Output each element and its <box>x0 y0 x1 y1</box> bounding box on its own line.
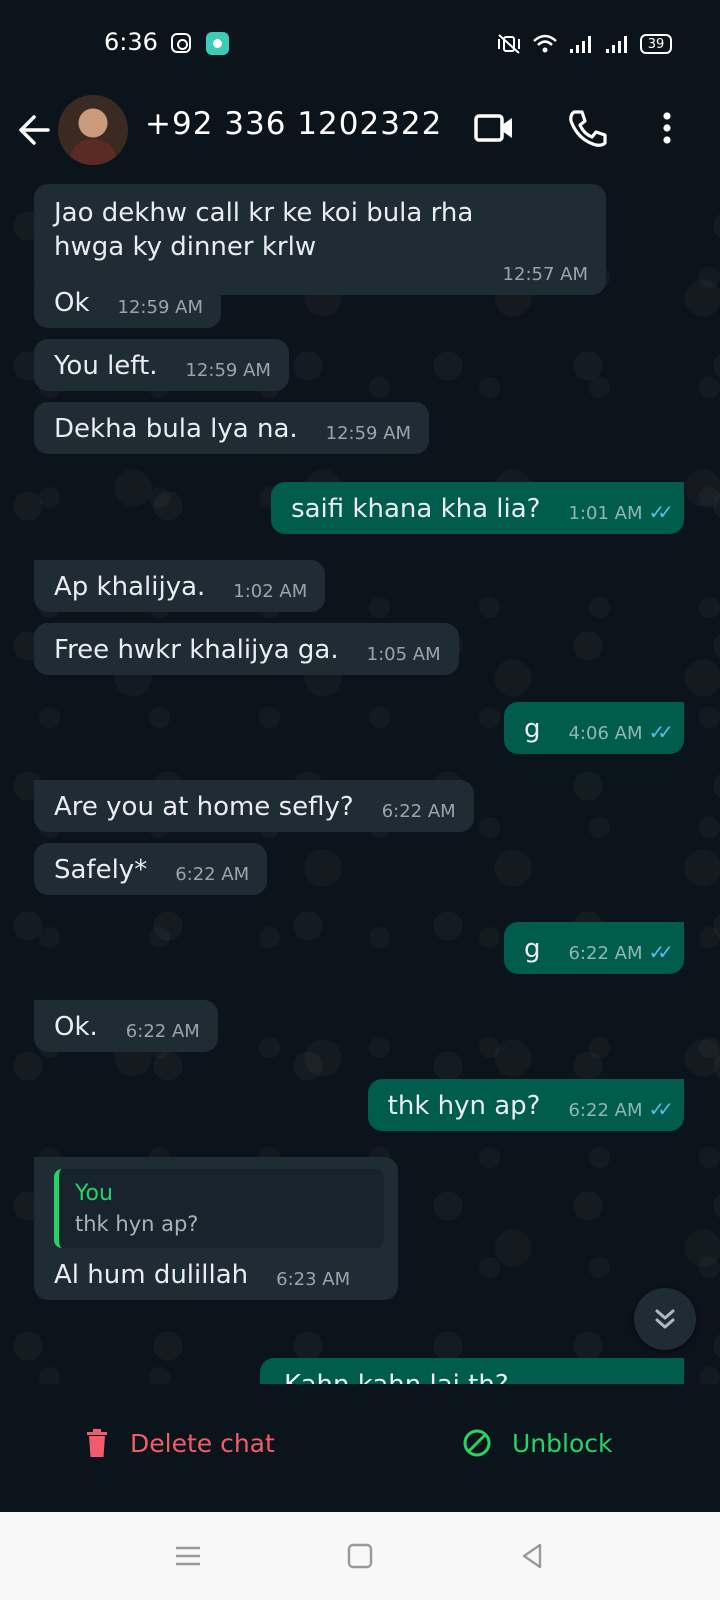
instagram-icon <box>171 33 191 53</box>
trash-icon <box>87 1429 107 1457</box>
message-time: 12:59 AM <box>325 423 412 444</box>
phone-call-icon[interactable] <box>566 106 610 150</box>
message-list[interactable]: Jao dekhw call kr ke koi bula rha hwga k… <box>0 184 720 1384</box>
message-time: 6:22 AM <box>175 864 250 885</box>
message-text: Safely* <box>54 855 148 885</box>
message-time: 1:01 AM ✓✓ <box>568 500 673 524</box>
home-icon[interactable] <box>344 1540 376 1572</box>
message-time: 1:05 AM <box>366 644 441 665</box>
message-incoming[interactable]: Ok 12:59 AM <box>34 276 221 328</box>
back-arrow-icon[interactable] <box>14 110 54 150</box>
wifi-icon <box>533 34 557 53</box>
read-receipt-icon: ✓✓ <box>648 500 673 524</box>
read-receipt-icon: ✓✓ <box>648 1097 673 1121</box>
more-options-icon[interactable] <box>652 106 682 150</box>
message-time: 6:22 AM <box>125 1021 200 1042</box>
message-text: g <box>523 934 541 964</box>
message-text: Kahn kahn lai th? <box>280 1370 509 1384</box>
message-text: You left. <box>54 351 158 381</box>
message-text: Are you at home sefly? <box>54 792 354 822</box>
message-outgoing[interactable]: saifi khana kha lia? 1:01 AM ✓✓ <box>271 482 684 534</box>
message-text: Dekha bula lya na. <box>54 414 298 444</box>
unblock-icon <box>463 1429 491 1457</box>
menu-icon[interactable] <box>172 1540 204 1572</box>
quoted-text: thk hyn ap? <box>75 1212 199 1236</box>
blocked-chat-actions: Delete chat Unblock <box>0 1384 720 1512</box>
message-time: 6:22 AM ✓✓ <box>568 1097 673 1121</box>
message-incoming[interactable]: Ap khalijya. 1:02 AM <box>34 560 326 612</box>
message-incoming[interactable]: Free hwkr khalijya ga. 1:05 AM <box>34 623 459 675</box>
message-text: thk hyn ap? <box>387 1091 541 1121</box>
message-text: Al hum dulillah <box>54 1260 249 1290</box>
message-outgoing[interactable]: Kahn kahn lai th? <box>260 1358 684 1384</box>
message-incoming[interactable]: Ok. 6:22 AM <box>34 1000 218 1052</box>
message-text: Ap khalijya. <box>54 572 206 602</box>
message-outgoing[interactable]: g 6:22 AM ✓✓ <box>503 922 684 974</box>
message-text: Free hwkr khalijya ga. <box>54 635 339 665</box>
read-receipt-icon: ✓✓ <box>648 720 673 744</box>
video-call-icon[interactable] <box>472 106 516 150</box>
message-incoming[interactable]: Safely* 6:22 AM <box>34 843 268 895</box>
delete-chat-button[interactable]: Delete chat <box>84 1428 275 1458</box>
message-text: Ok. <box>54 1012 98 1042</box>
read-receipt-icon: ✓✓ <box>648 940 673 964</box>
message-time: 6:22 AM <box>381 801 456 822</box>
message-incoming-reply[interactable]: You thk hyn ap? Al hum dulillah 6:23 AM <box>34 1157 398 1300</box>
status-time: 6:36 <box>104 28 158 56</box>
message-time: 6:22 AM ✓✓ <box>568 940 673 964</box>
delete-chat-label: Delete chat <box>130 1428 275 1458</box>
avatar[interactable] <box>58 95 128 165</box>
message-text: Jao dekhw call kr ke koi bula rha hwga k… <box>54 198 474 262</box>
app-notification-icon <box>206 32 229 55</box>
chat-header: +92 336 1202322 <box>0 88 720 184</box>
status-bar: 6:36 39 <box>0 0 720 88</box>
message-time: 1:02 AM <box>233 581 308 602</box>
battery-icon: 39 <box>640 34 672 54</box>
message-incoming[interactable]: Are you at home sefly? 6:22 AM <box>34 780 474 832</box>
message-outgoing[interactable]: thk hyn ap? 6:22 AM ✓✓ <box>367 1079 684 1131</box>
message-text: Ok <box>54 288 90 318</box>
message-time: 6:23 AM <box>276 1269 351 1290</box>
vibrate-off-icon <box>498 34 520 54</box>
quoted-message[interactable]: You thk hyn ap? <box>54 1169 384 1248</box>
unblock-label: Unblock <box>512 1428 613 1458</box>
back-nav-icon[interactable] <box>516 1540 548 1572</box>
chevron-down-double-icon <box>655 1309 675 1329</box>
message-time: 12:59 AM <box>185 360 271 381</box>
message-time: 12:59 AM <box>117 297 203 318</box>
scroll-to-bottom-button[interactable] <box>634 1288 696 1350</box>
message-text: g <box>523 714 541 744</box>
quoted-author: You <box>75 1181 113 1206</box>
message-incoming[interactable]: You left. 12:59 AM <box>34 339 289 391</box>
status-icons: 39 <box>496 30 672 58</box>
message-outgoing[interactable]: g 4:06 AM ✓✓ <box>503 702 684 754</box>
contact-name[interactable]: +92 336 1202322 <box>145 106 442 142</box>
message-incoming[interactable]: Dekha bula lya na. 12:59 AM <box>34 402 430 454</box>
signal-icon-2 <box>606 36 627 53</box>
message-time: 4:06 AM ✓✓ <box>568 720 673 744</box>
unblock-button[interactable]: Unblock <box>462 1428 612 1458</box>
system-navigation-bar <box>0 1512 720 1600</box>
message-text: saifi khana kha lia? <box>291 494 541 524</box>
signal-icon <box>570 36 591 53</box>
